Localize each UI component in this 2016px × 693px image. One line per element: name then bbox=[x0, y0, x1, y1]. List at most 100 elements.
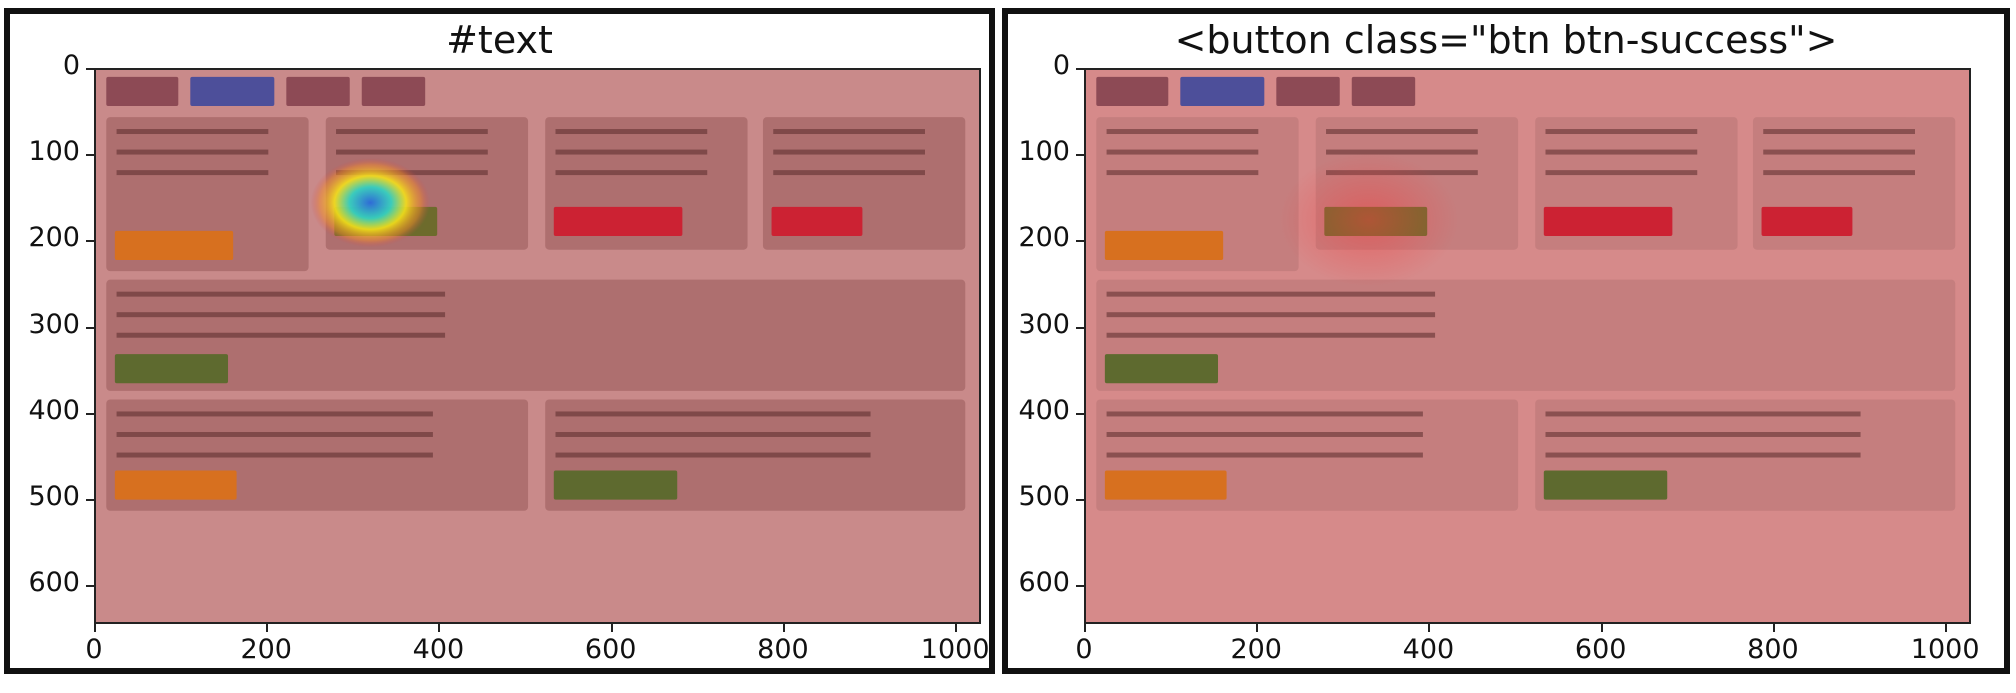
x-tick-label: 600 bbox=[584, 634, 637, 665]
x-tick-label: 400 bbox=[1402, 634, 1455, 665]
blurred-text-line bbox=[116, 291, 446, 297]
blurred-text-line bbox=[1106, 170, 1259, 176]
ui-nav-button bbox=[190, 76, 275, 106]
stage: #text 0 100 200 300 400 500 600 0 200 400 600 800 10… bbox=[0, 0, 2016, 693]
blurred-text-line bbox=[1545, 170, 1698, 176]
blurred-text-line bbox=[116, 149, 269, 155]
y-tick-label: 0 bbox=[62, 50, 80, 81]
ui-nav-button bbox=[361, 76, 426, 106]
attention-hotspot bbox=[1279, 152, 1459, 287]
blurred-text-line bbox=[116, 432, 433, 437]
blurred-text-line bbox=[1763, 149, 1915, 155]
y-tick-label: 300 bbox=[1018, 308, 1070, 340]
blurred-text-line bbox=[1106, 312, 1436, 318]
blurred-text-line bbox=[1763, 170, 1915, 176]
blurred-text-line bbox=[773, 129, 925, 135]
blurred-text-line bbox=[555, 432, 871, 437]
ui-nav-button bbox=[106, 76, 179, 106]
ui-card-button bbox=[1104, 354, 1219, 384]
blurred-text-line bbox=[773, 170, 925, 176]
blurred-text-line bbox=[1106, 452, 1423, 458]
blurred-text-line bbox=[116, 332, 446, 338]
y-tick-mark bbox=[1076, 585, 1084, 588]
x-tick-label: 0 bbox=[1075, 634, 1093, 665]
ui-card-button bbox=[1104, 470, 1227, 500]
ui-nav-button bbox=[1351, 76, 1416, 106]
blurred-text-line bbox=[116, 411, 433, 417]
x-tick-mark bbox=[1772, 624, 1775, 632]
blurred-text-line bbox=[555, 452, 871, 458]
y-tick-mark bbox=[1076, 154, 1084, 157]
blurred-text-line bbox=[1763, 129, 1915, 135]
x-tick-mark bbox=[438, 624, 441, 632]
ui-nav-button bbox=[1276, 76, 1340, 106]
attention-hotspot bbox=[310, 157, 431, 248]
blurred-text-line bbox=[1106, 411, 1423, 417]
blurred-text-line bbox=[1545, 149, 1698, 155]
x-tick-label: 1000 bbox=[1910, 634, 1980, 665]
blurred-text-line bbox=[1545, 452, 1861, 458]
panel-right: <button class="btn btn-success"> 0 100 200… bbox=[1002, 8, 2010, 674]
blurred-text-line bbox=[555, 129, 708, 135]
y-tick-mark bbox=[86, 68, 94, 70]
ui-card-button bbox=[1543, 206, 1673, 237]
x-tick-label: 800 bbox=[757, 634, 809, 665]
x-tick-mark bbox=[955, 624, 958, 632]
y-tick-mark bbox=[1076, 412, 1084, 415]
y-tick-mark bbox=[1076, 499, 1084, 501]
y-tick-label: 500 bbox=[28, 481, 80, 512]
x-tick-mark bbox=[1945, 624, 1948, 632]
blurred-text-line bbox=[555, 411, 871, 417]
ui-card-button bbox=[114, 230, 234, 260]
y-tick-label: 400 bbox=[1018, 394, 1070, 426]
x-tick-label: 200 bbox=[240, 634, 292, 665]
y-tick-label: 600 bbox=[28, 567, 80, 599]
y-tick-mark bbox=[1076, 68, 1084, 70]
x-tick-mark bbox=[1256, 624, 1259, 632]
ui-card-button bbox=[553, 206, 683, 237]
blurred-text-line bbox=[1326, 149, 1478, 155]
blurred-text-line bbox=[1545, 411, 1861, 417]
blurred-text-line bbox=[1326, 129, 1478, 135]
blurred-text-line bbox=[1545, 432, 1861, 437]
blurred-text-line bbox=[116, 312, 446, 318]
blurred-text-line bbox=[555, 170, 708, 176]
ui-nav-button bbox=[1096, 76, 1169, 106]
blurred-text-line bbox=[116, 452, 433, 458]
y-tick-label: 600 bbox=[1018, 567, 1070, 599]
x-tick-label: 200 bbox=[1230, 634, 1282, 665]
y-tick-label: 100 bbox=[28, 136, 80, 168]
heatmap-overlay bbox=[1096, 76, 1956, 511]
ui-card-button bbox=[114, 470, 237, 500]
blurred-text-line bbox=[1106, 332, 1436, 338]
ui-card-button bbox=[1543, 470, 1668, 500]
blurred-text-line bbox=[1545, 129, 1698, 135]
y-tick-mark bbox=[86, 585, 94, 588]
x-tick-label: 400 bbox=[412, 634, 465, 665]
panel-title: #text bbox=[446, 18, 553, 62]
y-tick-mark bbox=[86, 240, 94, 243]
x-tick-mark bbox=[1084, 624, 1086, 632]
y-tick-mark bbox=[86, 412, 94, 415]
y-tick-label: 500 bbox=[1018, 481, 1070, 512]
y-tick-mark bbox=[86, 326, 94, 329]
y-tick-mark bbox=[1076, 240, 1084, 243]
x-tick-mark bbox=[1428, 624, 1431, 632]
x-tick-label: 1000 bbox=[920, 634, 990, 665]
ui-card-button bbox=[1104, 230, 1224, 260]
blurred-text-line bbox=[1106, 291, 1436, 297]
x-tick-mark bbox=[782, 624, 785, 632]
y-tick-label: 100 bbox=[1018, 136, 1070, 168]
y-tick-label: 0 bbox=[1052, 50, 1070, 81]
blurred-text-line bbox=[336, 129, 488, 135]
y-tick-label: 200 bbox=[1018, 222, 1070, 254]
x-tick-mark bbox=[94, 624, 96, 632]
heatmap-overlay bbox=[106, 76, 966, 511]
y-tick-label: 200 bbox=[28, 222, 80, 254]
blurred-text-line bbox=[555, 149, 708, 155]
y-tick-label: 400 bbox=[28, 394, 80, 426]
blurred-text-line bbox=[116, 170, 269, 176]
blurred-text-line bbox=[116, 129, 269, 135]
x-tick-label: 0 bbox=[85, 634, 103, 665]
blurred-text-line bbox=[1106, 149, 1259, 155]
